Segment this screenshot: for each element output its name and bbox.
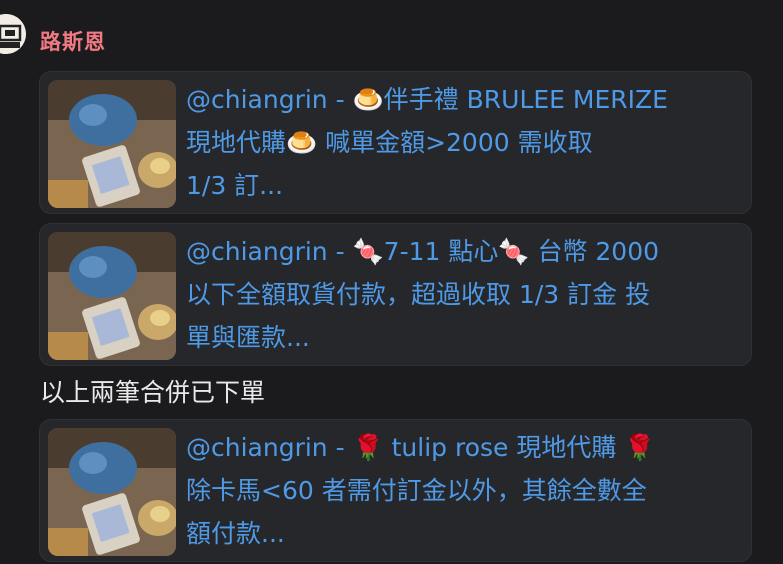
sender-name[interactable]: 路斯恩 [40,26,106,56]
link-text-line[interactable]: 額付款... [186,512,733,555]
link-text-line[interactable]: @chiangrin - 🌹 tulip rose 現地代購 🌹 [186,426,733,469]
link-text-line[interactable]: 現地代購🍮 喊單金額>2000 需收取 [186,121,733,164]
link-preview-card[interactable]: @chiangrin - 🍮伴手禮 BRULEE MERIZE 現地代購🍮 喊單… [39,71,752,214]
link-preview-card[interactable]: @chiangrin - 🌹 tulip rose 現地代購 🌹 除卡馬<60 … [39,419,752,562]
link-text-line[interactable]: 以下全額取貨付款，超過收取 1/3 訂金 投 [186,273,733,316]
preview-thumbnail[interactable] [48,232,176,360]
link-preview-card[interactable]: @chiangrin - 🍬7-11 點心🍬 台幣 2000 以下全額取貨付款，… [39,223,752,366]
link-preview-title[interactable]: @chiangrin - 🌹 tulip rose 現地代購 🌹 除卡馬<60 … [186,426,733,555]
message-text: 以上兩筆合併已下單 [40,378,266,407]
link-text-line[interactable]: @chiangrin - 🍮伴手禮 BRULEE MERIZE [186,78,733,121]
chat-view: 路斯恩 @chiangrin - 🍮伴手禮 BRULEE MERIZE 現地代購… [0,0,783,564]
link-preview-title[interactable]: @chiangrin - 🍮伴手禮 BRULEE MERIZE 現地代購🍮 喊單… [186,78,733,207]
link-text-line[interactable]: 除卡馬<60 者需付訂金以外，其餘全數全 [186,469,733,512]
link-preview-title[interactable]: @chiangrin - 🍬7-11 點心🍬 台幣 2000 以下全額取貨付款，… [186,230,733,359]
preview-thumbnail[interactable] [48,428,176,556]
stamp-avatar-icon [0,14,26,54]
avatar[interactable] [0,14,26,54]
link-text-line[interactable]: @chiangrin - 🍬7-11 點心🍬 台幣 2000 [186,230,733,273]
preview-thumbnail[interactable] [48,80,176,208]
link-text-line[interactable]: 單與匯款... [186,316,733,359]
link-text-line[interactable]: 1/3 訂... [186,164,733,207]
